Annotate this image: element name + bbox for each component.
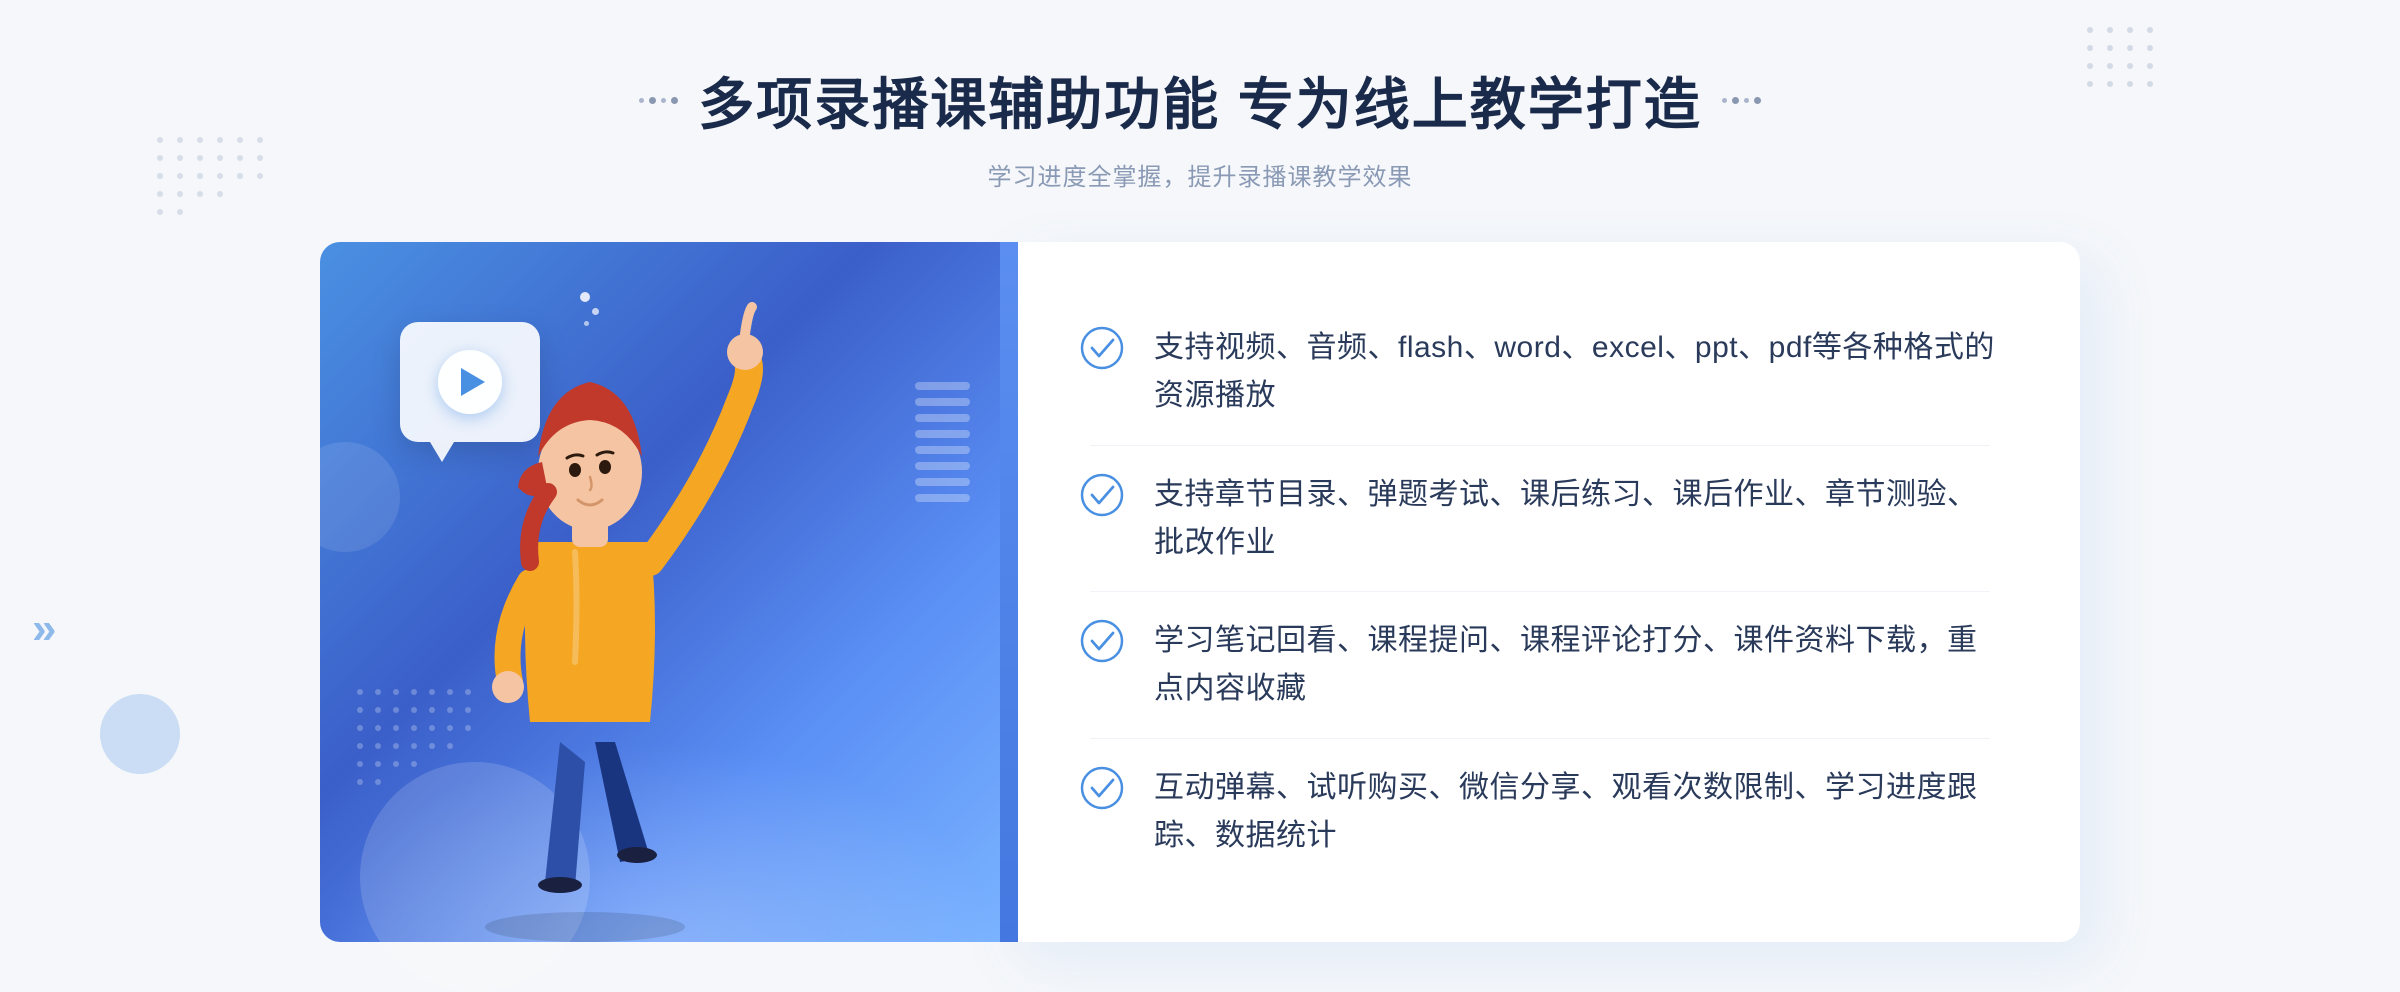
left-decorator	[639, 97, 678, 104]
check-icon-3	[1080, 619, 1124, 663]
decorator-dot-large	[671, 97, 678, 104]
check-icon-4	[1080, 766, 1124, 810]
top-right-dots	[2080, 20, 2200, 100]
feature-item-4: 互动弹幕、试听购买、微信分享、观看次数限制、学习进度跟踪、数据统计	[1080, 744, 2000, 880]
feature-item-3: 学习笔记回看、课程提问、课程评论打分、课件资料下载，重点内容收藏	[1080, 597, 2000, 733]
person-illustration	[400, 302, 780, 942]
content-panel: 支持视频、音频、flash、word、excel、ppt、pdf等各种格式的资源…	[1000, 242, 2080, 942]
subtitle: 学习进度全掌握，提升录播课教学效果	[639, 157, 1761, 192]
feature-text-1: 支持视频、音频、flash、word、excel、ppt、pdf等各种格式的资源…	[1154, 324, 2000, 420]
decorator-dot	[661, 98, 666, 103]
feature-item-1: 支持视频、音频、flash、word、excel、ppt、pdf等各种格式的资源…	[1080, 304, 2000, 440]
blue-bar-separator	[1000, 242, 1018, 942]
feature-text-4: 互动弹幕、试听购买、微信分享、观看次数限制、学习进度跟踪、数据统计	[1154, 764, 2000, 860]
illustration-area	[320, 242, 1000, 942]
page-container: // Will be rendered via inline SVG below	[0, 0, 2400, 974]
vertical-stripes-decoration	[915, 382, 970, 512]
main-title: 多项录播课辅助功能 专为线上教学打造	[698, 60, 1702, 141]
decorator-dot-large	[1754, 97, 1761, 104]
check-icon-2	[1080, 473, 1124, 517]
check-icon-1	[1080, 326, 1124, 370]
right-decorator	[1722, 97, 1761, 104]
blue-circle-decoration	[100, 694, 180, 774]
divider-3	[1090, 738, 1990, 739]
feature-text-2: 支持章节目录、弹题考试、课后练习、课后作业、章节测验、批改作业	[1154, 471, 2000, 567]
header-section: 多项录播课辅助功能 专为线上教学打造 学习进度全掌握，提升录播课教学效果	[639, 60, 1761, 192]
decorator-dot-large	[1732, 97, 1739, 104]
feature-item-2: 支持章节目录、弹题考试、课后练习、课后作业、章节测验、批改作业	[1080, 451, 2000, 587]
divider-1	[1090, 445, 1990, 446]
decorator-dot	[639, 98, 644, 103]
decorator-dot	[1722, 98, 1727, 103]
decorator-dot-large	[649, 97, 656, 104]
decorator-dot	[1744, 98, 1749, 103]
header-decorators: 多项录播课辅助功能 专为线上教学打造	[639, 60, 1761, 141]
divider-2	[1090, 591, 1990, 592]
medium-circle-decoration	[290, 442, 400, 552]
left-chevron-icon: »	[32, 604, 56, 654]
feature-text-3: 学习笔记回看、课程提问、课程评论打分、课件资料下载，重点内容收藏	[1154, 617, 2000, 713]
content-wrapper: 支持视频、音频、flash、word、excel、ppt、pdf等各种格式的资源…	[320, 242, 2080, 942]
